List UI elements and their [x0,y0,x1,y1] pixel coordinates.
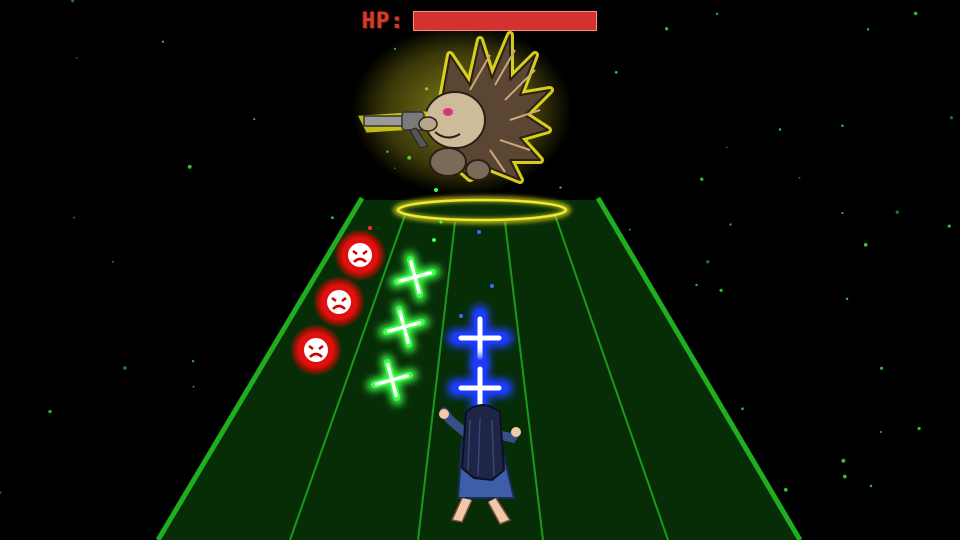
star [841,212,844,215]
star [841,458,846,463]
star [700,177,704,181]
star [614,71,618,74]
star [187,164,192,169]
star [729,223,732,226]
angry-face-note [290,324,342,376]
angry-face-note [313,276,365,328]
star [192,360,195,363]
star [798,176,801,179]
star [331,216,334,220]
star [783,487,788,492]
star [75,57,78,59]
star [715,12,719,16]
star [71,0,75,3]
star [123,366,127,370]
boss-hp-hud: HP: [362,8,597,34]
star [559,186,562,189]
star [664,27,669,31]
star [192,385,195,388]
angry-face-note [334,229,386,281]
star [741,407,744,411]
star [778,128,782,131]
star [866,28,870,31]
star [253,118,256,121]
boss-hp-bar [412,11,597,31]
star [947,224,951,228]
star [917,426,921,431]
hp-label: HP: [362,8,405,34]
star [863,243,868,247]
star [949,116,953,120]
star [869,484,873,488]
star [48,409,52,414]
star [845,297,849,301]
star [695,283,698,287]
star [0,491,2,494]
boss-hp-fill [413,12,596,30]
star [895,210,899,214]
star [842,474,847,479]
star [629,228,631,231]
star [879,431,882,433]
star [841,124,844,128]
star [913,11,918,16]
star [726,146,728,149]
star [161,40,165,43]
game-scene [0,0,953,540]
star [719,288,723,293]
star [880,366,884,370]
star [73,216,76,219]
star [112,261,114,263]
game-screen[interactable]: HP: [0,0,960,540]
star [706,260,710,264]
